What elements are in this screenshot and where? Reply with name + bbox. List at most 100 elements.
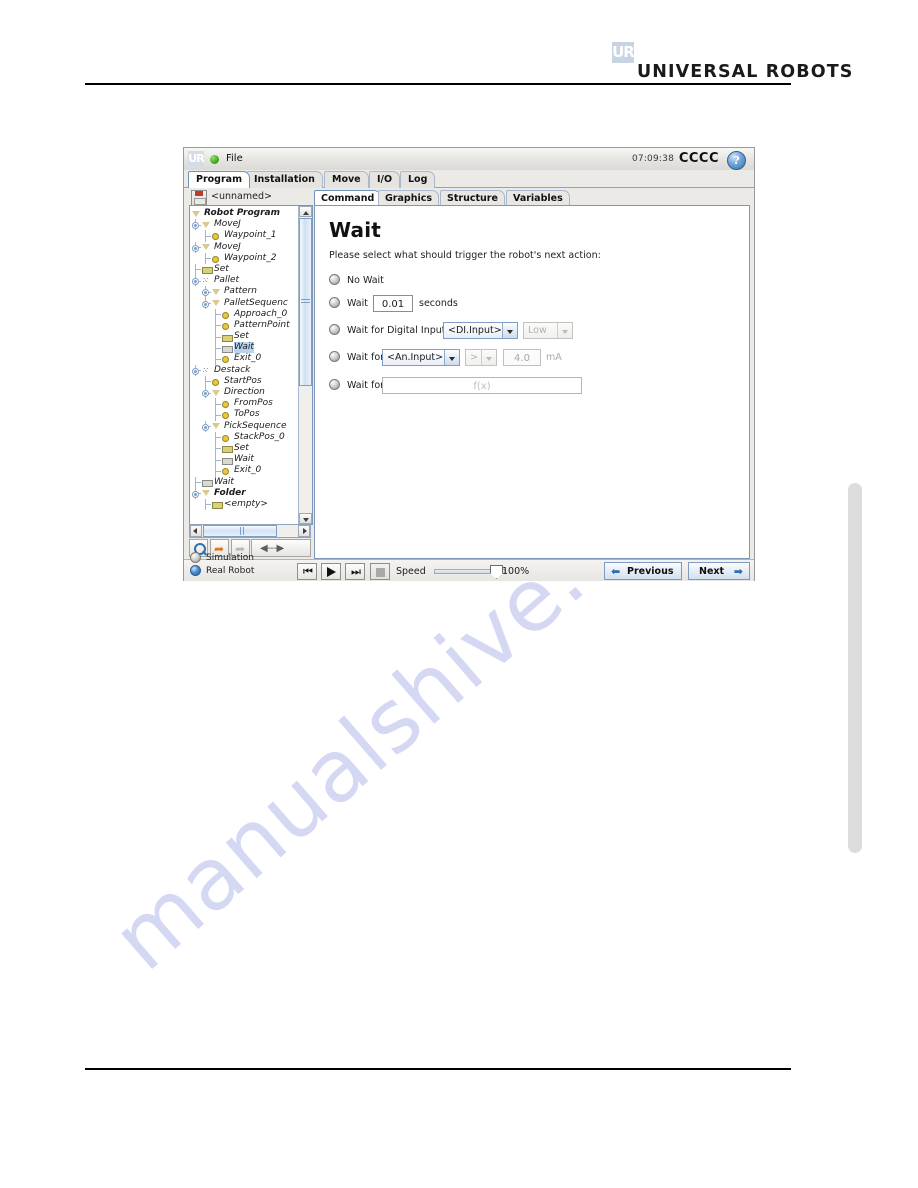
tree-item[interactable]: MoveJ [190, 219, 298, 231]
tree-expand-handle[interactable] [202, 289, 209, 297]
radio-wait-analog-input[interactable] [329, 351, 340, 362]
tree-item[interactable]: ⁙ Destack [190, 364, 298, 376]
triangle-down-icon [212, 389, 220, 396]
step-button[interactable]: ⏭ [345, 563, 365, 580]
tree-item[interactable]: Wait [190, 476, 298, 488]
previous-button[interactable]: ⬅ Previous [604, 562, 682, 580]
tab-program[interactable]: Program [188, 171, 250, 188]
digital-input-dropdown-button[interactable] [502, 323, 517, 338]
digital-input-select[interactable]: <DI.Input> [443, 322, 518, 339]
scroll-left-button[interactable] [190, 525, 202, 537]
tree-item-label: Direction [224, 387, 265, 397]
tree-item[interactable]: MoveJ [190, 241, 298, 253]
tree-expand-handle[interactable] [192, 278, 199, 286]
radio-wait-expression[interactable] [329, 379, 340, 390]
tree-expand-handle[interactable] [192, 222, 199, 230]
tree-item[interactable]: ToPos [190, 409, 298, 421]
expression-input[interactable]: f(x) [382, 377, 582, 394]
radio-real-robot[interactable] [190, 565, 201, 576]
rewind-button[interactable]: ⏮ [297, 563, 317, 580]
tree-item[interactable]: Folder [190, 487, 298, 499]
tree-item[interactable]: Set [190, 263, 298, 276]
ur-logo-icon: UR [612, 42, 635, 63]
tab-move[interactable]: Move [324, 171, 369, 188]
option-analog-input-label: Wait for [347, 352, 385, 363]
next-button[interactable]: Next ➡ [688, 562, 750, 580]
footer-rule [85, 1068, 791, 1070]
tree-item[interactable]: Direction [190, 387, 298, 399]
tree-item[interactable]: FromPos [190, 398, 298, 410]
tree-item-label: Destack [214, 364, 251, 375]
previous-button-label: Previous [627, 566, 674, 577]
command-panel: Wait Please select what should trigger t… [314, 205, 750, 559]
tree-item[interactable]: Waypoint_2 [190, 252, 298, 264]
tree-item-label: Waypoint_1 [224, 230, 277, 241]
tree-item[interactable]: StartPos [190, 375, 298, 387]
tree-expand-handle[interactable] [202, 390, 209, 397]
tree-item[interactable]: Waypoint_1 [190, 230, 298, 242]
scroll-down-button[interactable] [299, 513, 312, 524]
page-logo: UR UNIVERSAL ROBOTS [612, 42, 852, 82]
tree-expand-handle[interactable] [192, 244, 199, 252]
stop-icon [376, 568, 385, 577]
tree-item[interactable]: Wait [190, 342, 298, 354]
radio-simulation[interactable] [190, 552, 201, 563]
tree-item[interactable]: <empty> [190, 498, 298, 511]
radio-no-wait[interactable] [329, 274, 340, 285]
radio-wait-digital-input[interactable] [329, 324, 340, 335]
tree-item[interactable]: Wait [190, 454, 298, 466]
instruction-text: Please select what should trigger the ro… [329, 250, 601, 261]
action-icon [222, 334, 233, 342]
program-tree-panel[interactable]: Robot Program MoveJ Waypoint_1 MoveJ Waypoin… [189, 205, 313, 525]
move-node-button[interactable]: ◀---▶ [251, 539, 311, 557]
waypoint-icon [222, 434, 229, 442]
tree-item[interactable]: Approach_0 [190, 308, 298, 320]
help-icon[interactable]: ? [727, 151, 746, 170]
tree-horizontal-scrollbar[interactable] [189, 524, 311, 538]
tree-item[interactable]: Pattern [190, 286, 298, 298]
tree-item[interactable]: PickSequence [190, 420, 298, 432]
tree-item[interactable]: Set [190, 331, 298, 343]
program-tree[interactable]: Robot Program MoveJ Waypoint_1 MoveJ Waypoin… [190, 206, 298, 524]
tree-item-label: StackPos_0 [234, 431, 285, 442]
tree-vertical-scrollbar[interactable] [298, 206, 312, 524]
tree-item[interactable]: ⁙ Pallet [190, 275, 298, 287]
analog-operator-select[interactable]: > [465, 349, 497, 366]
next-button-label: Next [699, 566, 725, 577]
radio-wait-seconds[interactable] [329, 297, 340, 308]
analog-input-select[interactable]: <An.Input> [382, 349, 460, 366]
tree-item[interactable]: Exit_0 [190, 353, 298, 365]
tree-item[interactable]: Set [190, 442, 298, 455]
play-button[interactable] [321, 563, 341, 580]
digital-input-state-select[interactable]: Low [523, 322, 573, 339]
tab-installation[interactable]: Installation [246, 171, 323, 188]
tree-item[interactable]: PatternPoint [190, 319, 298, 332]
digital-input-state-value: Low [528, 325, 547, 336]
tree-item[interactable]: StackPos_0 [190, 431, 298, 443]
action-icon [202, 267, 213, 275]
tree-expand-handle[interactable] [202, 423, 209, 431]
analog-operator-dropdown-button[interactable] [481, 350, 496, 365]
scroll-right-button[interactable] [298, 525, 310, 537]
analog-input-dropdown-button[interactable] [444, 350, 459, 365]
file-menu[interactable]: File [226, 153, 243, 164]
stop-button[interactable] [370, 563, 390, 580]
tree-item[interactable]: PalletSequenc [190, 297, 298, 309]
tree-expand-handle[interactable] [192, 367, 199, 375]
wait-seconds-input[interactable]: 0.01 [373, 295, 413, 312]
triangle-down-icon [202, 221, 210, 228]
tab-io[interactable]: I/O [369, 171, 401, 188]
tree-expand-handle[interactable] [192, 490, 199, 498]
tree-connector [205, 258, 211, 260]
scroll-up-button[interactable] [299, 206, 312, 217]
digital-state-dropdown-button[interactable] [557, 323, 572, 338]
analog-threshold-input[interactable]: 4.0 [503, 349, 541, 366]
tree-expand-handle[interactable] [202, 300, 209, 308]
scroll-thumb-horizontal[interactable] [203, 525, 277, 537]
tree-item[interactable]: Robot Program [190, 208, 298, 219]
scroll-thumb-vertical[interactable] [299, 218, 312, 386]
save-icon[interactable] [191, 190, 207, 206]
tree-item-label: Waypoint_2 [224, 252, 277, 263]
tree-item[interactable]: Exit_0 [190, 465, 298, 477]
tab-log[interactable]: Log [400, 171, 436, 188]
